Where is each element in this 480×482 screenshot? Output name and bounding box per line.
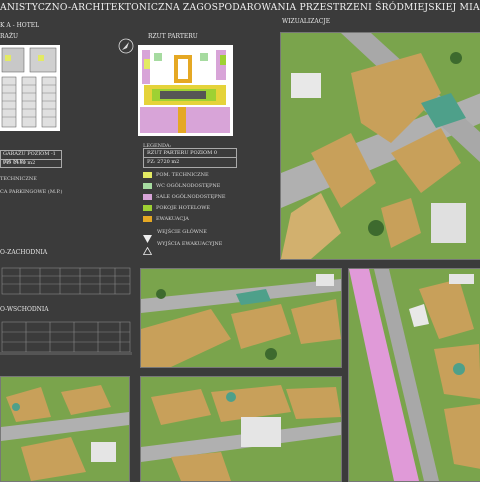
elevation-nw-label: O-ZACHODNIA	[0, 249, 48, 256]
garage-floor-plan	[0, 45, 60, 131]
legend-swatch	[143, 172, 152, 178]
elevation-ne-label: O-WSCHODNIA	[0, 306, 49, 313]
legend-list: POM. TECHNICZNE WC OGÓLNODOSTĘPNE SALE O…	[143, 172, 263, 222]
visualization-right	[348, 268, 480, 482]
legend-swatch	[143, 216, 152, 222]
visualization-bottom-left	[0, 376, 130, 482]
page-title: ANISTYCZNO-ARCHITEKTONICZNA ZAGOSPODAROW…	[0, 2, 480, 13]
north-arrow-icon	[118, 38, 134, 54]
outline-triangle-icon	[142, 240, 153, 255]
garage-label: RAŻU	[0, 33, 19, 40]
elevation-nw-drawing	[1, 267, 131, 295]
legend-swatch	[143, 194, 152, 200]
legend-label: EWAKUACJA	[156, 216, 189, 222]
visualizations-label: WIZUALIZACJE	[282, 18, 331, 25]
elevation-ne-drawing	[0, 321, 132, 355]
visualization-bottom-middle	[140, 376, 342, 482]
page-subtitle: K A - HOTEL	[0, 22, 40, 29]
filled-triangle-icon	[143, 228, 152, 243]
ground-floor-label: RZUT PARTERU	[148, 33, 198, 40]
visualization-main	[280, 32, 480, 260]
ground-floor-plan	[138, 45, 233, 136]
legend-swatch	[143, 183, 152, 189]
legend-label: POKOJE HOTELOWE	[156, 205, 211, 211]
ground-floor-table: RZUT PARTERU POZIOM 0 PZ: 2720 m2	[143, 148, 237, 168]
visualization-middle	[140, 268, 342, 368]
garage-note-technical: TECHNICZNE	[0, 176, 37, 182]
legend-swatch	[143, 205, 152, 211]
legend-label: WC OGÓLNODOSTĘPNE	[156, 183, 221, 189]
legend-label: SALE OGÓLNODOSTĘPNE	[156, 194, 226, 200]
garage-note-parking: CA PARKINGOWE (M.P.)	[0, 189, 63, 195]
legend-label: POM. TECHNICZNE	[156, 172, 209, 178]
evacuation-exits-label: WYJŚCIA EWAKUACYJNE	[157, 241, 223, 247]
garage-table: GARAŻU POZIOM -1 (64 M.P.) PZ: 2130 m2	[0, 150, 62, 168]
main-entrance-label: WEJŚCIE GŁÓWNE	[157, 229, 207, 235]
